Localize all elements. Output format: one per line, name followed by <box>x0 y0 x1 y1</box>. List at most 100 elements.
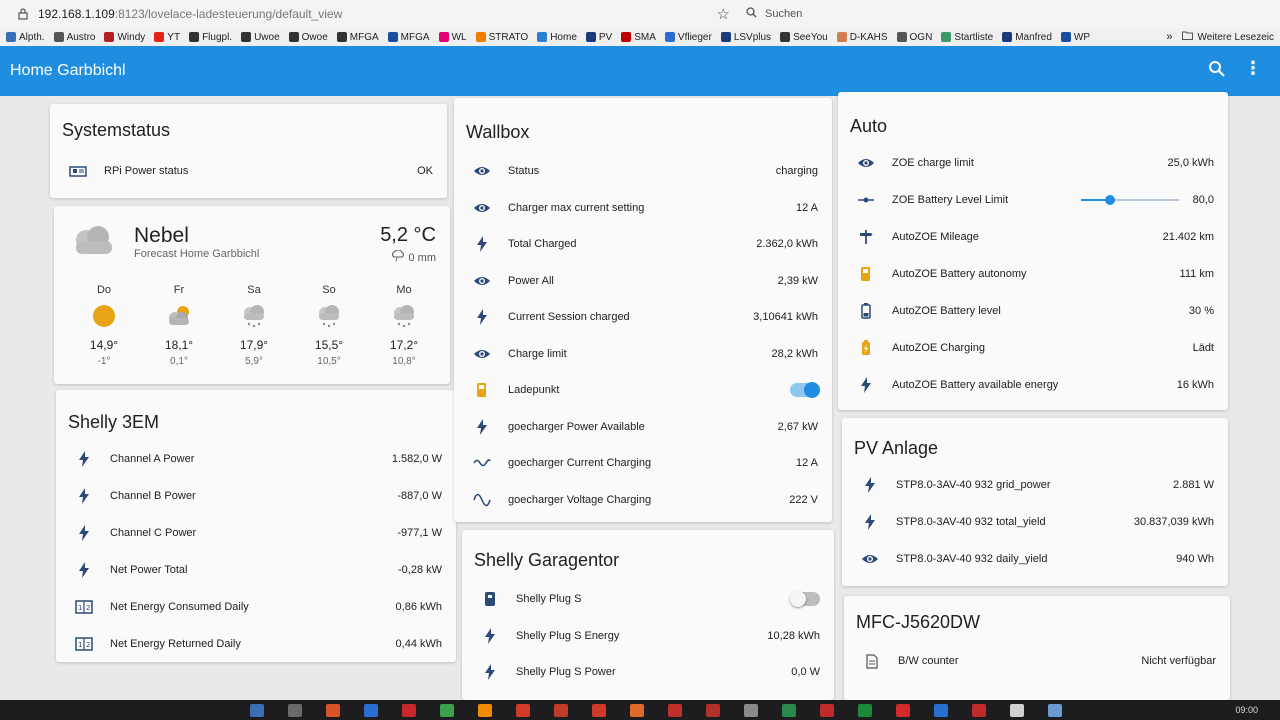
svg-text:2: 2 <box>86 604 90 612</box>
bookmark-item[interactable]: Owoe <box>288 32 328 43</box>
entity-row[interactable]: goecharger Power Available 2,67 kW <box>454 412 832 442</box>
taskbar-app-icon[interactable] <box>1010 704 1024 717</box>
bookmark-item[interactable]: LSVplus <box>720 32 771 43</box>
bookmark-item[interactable]: Startliste <box>941 32 993 43</box>
bookmark-item[interactable]: STRATO <box>475 32 528 43</box>
weather-card[interactable]: Nebel Forecast Home Garbbichl 5,2 °C 0 m… <box>54 206 450 384</box>
bookmark-item[interactable]: OGN <box>896 32 932 43</box>
entity-row[interactable]: goecharger Voltage Charging 222 V <box>454 485 832 515</box>
taskbar-app-icon[interactable] <box>896 704 910 717</box>
taskbar-app-icon[interactable] <box>288 704 302 717</box>
entity-row[interactable]: Channel B Power -887,0 W <box>56 481 456 511</box>
bookmark-item[interactable]: Manfred <box>1002 32 1052 43</box>
bookmark-item[interactable]: SMA <box>621 32 656 43</box>
entity-row[interactable]: Total Charged 2.362,0 kWh <box>454 229 832 259</box>
toggle-switch[interactable] <box>790 591 820 607</box>
taskbar-app-icon[interactable] <box>1048 704 1062 717</box>
entity-row[interactable]: Shelly Plug S Power 0,0 W <box>462 657 834 687</box>
taskbar-app-icon[interactable] <box>934 704 948 717</box>
address-bar[interactable]: 192.168.1.109:8123/lovelace-ladesteuerun… <box>0 0 740 28</box>
taskbar-app-icon[interactable] <box>516 704 530 717</box>
browser-search-input[interactable]: Suchen <box>746 2 1026 26</box>
taskbar-app-icon[interactable] <box>554 704 568 717</box>
taskbar-app-icon[interactable] <box>592 704 606 717</box>
bookmarks-more[interactable]: » Weitere Lesezeic <box>1166 31 1274 43</box>
toggle-switch[interactable] <box>790 382 820 398</box>
taskbar-app-icon[interactable] <box>364 704 378 717</box>
entity-label: STP8.0-3AV-40 932 daily_yield <box>896 553 1048 565</box>
bookmark-item[interactable]: PV <box>585 32 612 43</box>
bookmark-item[interactable]: WP <box>1060 32 1090 43</box>
entity-value: -977,1 W <box>397 527 442 539</box>
entity-label: Charger max current setting <box>508 201 645 214</box>
taskbar-app-icon[interactable] <box>820 704 834 717</box>
taskbar-app-icon[interactable] <box>326 704 340 717</box>
entity-row[interactable]: 1 2 Net Energy Returned Daily 0,44 kWh <box>56 629 456 659</box>
entity-row[interactable]: Shelly Plug S Energy 10,28 kWh <box>462 621 834 651</box>
taskbar-app-icon[interactable] <box>858 704 872 717</box>
entity-row[interactable]: Channel A Power 1.582,0 W <box>56 444 456 474</box>
entity-row[interactable]: Current Session charged 3,10641 kWh <box>454 302 832 332</box>
bookmark-item[interactable]: Austro <box>53 32 95 43</box>
search-icon[interactable] <box>1208 60 1228 80</box>
entity-row[interactable]: STP8.0-3AV-40 932 total_yield 30.837,039 … <box>842 507 1228 537</box>
entity-row[interactable]: RPi Power status OK <box>50 156 447 186</box>
entity-value: 12 A <box>795 201 818 214</box>
entity-row[interactable]: AutoZOE Battery autonomy 111 km <box>838 259 1228 289</box>
bookmark-item[interactable]: SeeYou <box>780 32 828 43</box>
taskbar-app-icon[interactable] <box>744 704 758 717</box>
entity-row[interactable]: AutoZOE Charging Lädt <box>838 333 1228 363</box>
weather-subtitle: Forecast Home Garbbichl <box>134 248 260 260</box>
entity-row[interactable]: Ladepunkt <box>454 375 832 405</box>
entity-row[interactable]: Status charging <box>454 156 832 186</box>
flash-icon <box>846 377 886 393</box>
bookmark-item[interactable]: MFGA <box>387 32 430 43</box>
bookmark-item[interactable]: MFGA <box>336 32 379 43</box>
taskbar-app-icon[interactable] <box>668 704 682 717</box>
slider-thumb[interactable] <box>1104 195 1115 205</box>
bookmark-item[interactable]: Vflieger <box>664 32 712 43</box>
entity-row[interactable]: AutoZOE Battery available energy 16 kWh <box>838 370 1228 400</box>
bookmark-item[interactable]: Uwoe <box>241 32 280 43</box>
bookmark-item[interactable]: YT <box>154 32 180 43</box>
bookmark-item[interactable]: WL <box>438 32 467 43</box>
more-vert-icon[interactable]: ⋮ <box>1244 59 1262 77</box>
entity-row[interactable]: 1 2 Net Energy Consumed Daily 0,86 kWh <box>56 592 456 622</box>
entity-value: 30 % <box>1188 305 1214 317</box>
taskbar-app-icon[interactable] <box>630 704 644 717</box>
bookmark-item[interactable]: Flugpl. <box>189 32 232 43</box>
entity-row[interactable]: ZOE Battery Level Limit 80,0 <box>838 185 1228 215</box>
taskbar-app-icon[interactable] <box>250 704 264 717</box>
entity-row[interactable]: ZOE charge limit 25,0 kWh <box>838 148 1228 178</box>
bookmark-item[interactable]: Windy <box>104 32 145 43</box>
forecast-day: Fr 18,1° 0,1° <box>149 284 209 367</box>
taskbar-app-icon[interactable] <box>782 704 796 717</box>
bookmark-item[interactable]: Alpth. <box>6 32 45 43</box>
entity-row[interactable]: Net Power Total -0,28 kW <box>56 555 456 585</box>
forecast-day: Mo 17,2° 10,8° <box>374 284 434 367</box>
entity-row[interactable]: Channel C Power -977,1 W <box>56 518 456 548</box>
forecast-day-name: Mo <box>396 284 412 296</box>
entity-value: charging <box>775 165 818 177</box>
entity-row[interactable]: Power All 2,39 kW <box>454 266 832 296</box>
taskbar-app-icon[interactable] <box>440 704 454 717</box>
entity-row[interactable]: Charger max current setting 12 A <box>454 193 832 223</box>
entity-row[interactable]: B/W counter Nicht verfügbar <box>844 646 1230 676</box>
entity-row[interactable]: AutoZOE Battery level 30 % <box>838 296 1228 326</box>
forecast-day: Do 14,9° -1° <box>74 284 134 367</box>
entity-row[interactable]: Charge limit 28,2 kWh <box>454 339 832 369</box>
taskbar-app-icon[interactable] <box>402 704 416 717</box>
taskbar-app-icon[interactable] <box>706 704 720 717</box>
taskbar-app-icon[interactable] <box>972 704 986 717</box>
bookmark-item[interactable]: D-KAHS <box>836 32 888 43</box>
entity-row[interactable]: Shelly Plug S <box>462 584 834 614</box>
battery-limit-slider[interactable] <box>1080 195 1179 205</box>
taskbar-clock: 09:00 <box>1235 705 1258 715</box>
bookmark-item[interactable]: Home <box>537 32 577 43</box>
entity-row[interactable]: AutoZOE Mileage 21.402 km <box>838 222 1228 252</box>
entity-row[interactable]: STP8.0-3AV-40 932 daily_yield 940 Wh <box>842 544 1228 574</box>
entity-row[interactable]: STP8.0-3AV-40 932 grid_power 2.881 W <box>842 470 1228 500</box>
entity-row[interactable]: goecharger Current Charging 12 A <box>454 448 832 478</box>
taskbar-app-icon[interactable] <box>478 704 492 717</box>
bookmark-star-icon[interactable]: ☆ <box>717 5 730 23</box>
